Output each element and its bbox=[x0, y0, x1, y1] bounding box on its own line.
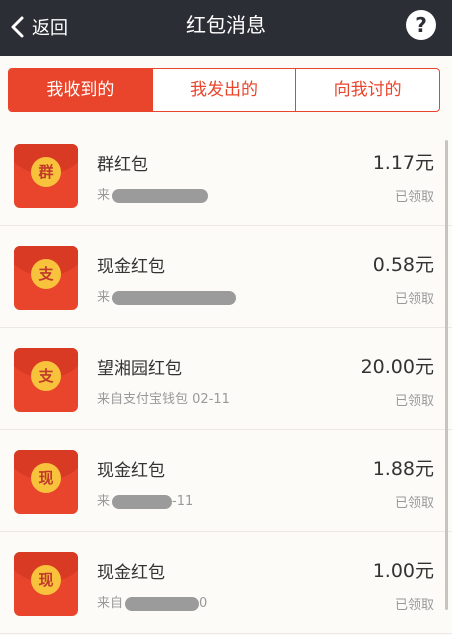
tab-received[interactable]: 我收到的 bbox=[9, 69, 152, 111]
red-envelope-icon: 支 bbox=[14, 348, 78, 412]
packet-name: 现金红包 bbox=[97, 563, 165, 583]
packet-source: 来自 0 bbox=[97, 596, 208, 611]
packet-amount: 0.58元 bbox=[372, 254, 434, 276]
packet-source: 来 bbox=[97, 286, 237, 305]
red-envelope-icon: 支 bbox=[14, 246, 78, 310]
tab-requested[interactable]: 向我讨的 bbox=[295, 69, 439, 111]
help-button[interactable]: ? bbox=[406, 10, 436, 40]
list-item[interactable]: 现 现金红包 来 -11 1.88元 已领取 bbox=[0, 430, 452, 532]
packet-amount: 20.00元 bbox=[360, 356, 434, 378]
packet-source: 来 bbox=[97, 184, 209, 203]
list-item[interactable]: 支 望湘园红包 来自支付宝钱包 02-11 20.00元 已领取 bbox=[0, 328, 452, 430]
red-envelope-icon: 现 bbox=[14, 552, 78, 616]
status-text: 已领取 bbox=[394, 598, 434, 613]
header-bar: 返回 红包消息 ? bbox=[0, 0, 452, 56]
status-text: 已领取 bbox=[394, 496, 434, 511]
packet-source: 来自支付宝钱包 02-11 bbox=[97, 392, 230, 407]
red-envelope-icon: 群 bbox=[14, 144, 78, 208]
status-text: 已领取 bbox=[394, 190, 434, 205]
list-item[interactable]: 群 群红包 来 1.17元 已领取 bbox=[0, 124, 452, 226]
tab-sent[interactable]: 我发出的 bbox=[151, 69, 296, 111]
redaction-mask bbox=[112, 290, 237, 305]
packet-name: 望湘园红包 bbox=[97, 359, 182, 379]
status-text: 已领取 bbox=[394, 292, 434, 307]
envelope-seal: 现 bbox=[31, 565, 61, 595]
list-item[interactable]: 现 现金红包 来自 0 1.00元 已领取 bbox=[0, 532, 452, 634]
page-title: 红包消息 bbox=[186, 13, 266, 37]
envelope-seal: 支 bbox=[31, 361, 61, 391]
list-item[interactable]: 支 现金红包 来 0.58元 已领取 bbox=[0, 226, 452, 328]
packet-amount: 1.88元 bbox=[372, 458, 434, 480]
envelope-seal: 群 bbox=[31, 157, 61, 187]
packet-name: 现金红包 bbox=[97, 257, 165, 277]
scrollbar[interactable] bbox=[445, 140, 448, 610]
envelope-seal: 支 bbox=[31, 259, 61, 289]
tab-bar: 我收到的 我发出的 向我讨的 bbox=[8, 68, 440, 112]
packet-name: 现金红包 bbox=[97, 461, 165, 481]
redaction-mask bbox=[112, 188, 209, 203]
redaction-mask bbox=[125, 596, 200, 611]
red-packet-list: 群 群红包 来 1.17元 已领取 支 现金红包 来 0.58元 已领取 支 望… bbox=[0, 124, 452, 634]
packet-source: 来 -11 bbox=[97, 494, 194, 509]
redaction-mask bbox=[112, 494, 173, 509]
envelope-seal: 现 bbox=[31, 463, 61, 493]
packet-amount: 1.17元 bbox=[372, 152, 434, 174]
packet-amount: 1.00元 bbox=[372, 560, 434, 582]
packet-name: 群红包 bbox=[97, 155, 148, 175]
red-envelope-icon: 现 bbox=[14, 450, 78, 514]
status-text: 已领取 bbox=[394, 394, 434, 409]
